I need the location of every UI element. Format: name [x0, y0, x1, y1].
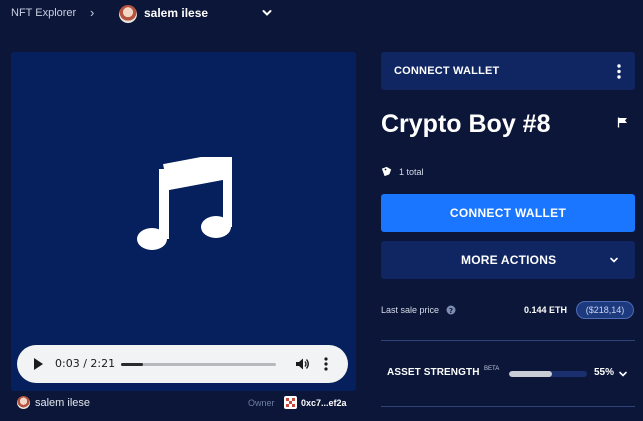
chevron-down-icon	[610, 257, 618, 263]
audio-player: 0:03 / 2:21	[17, 345, 348, 383]
svg-text:?: ?	[449, 307, 453, 315]
last-sale-usd-badge: ($218,14)	[576, 301, 634, 319]
asset-strength-value: 55%	[594, 367, 615, 378]
seek-bar[interactable]	[121, 363, 276, 366]
breadcrumb: NFT Explorer › salem ilese	[0, 0, 643, 30]
breadcrumb-root-link[interactable]: NFT Explorer	[11, 7, 76, 19]
connect-wallet-header-label: CONNECT WALLET	[394, 65, 500, 77]
volume-icon[interactable]	[295, 357, 309, 371]
chevron-down-icon[interactable]	[262, 8, 272, 18]
breadcrumb-separator: ›	[90, 5, 95, 20]
last-sale-label: Last sale price	[381, 305, 440, 315]
breadcrumb-user[interactable]: salem ilese	[144, 6, 208, 20]
owner-avatar	[17, 396, 30, 409]
more-actions-button[interactable]: MORE ACTIONS	[381, 241, 635, 279]
edition-total: 1 total	[399, 167, 424, 177]
tag-icon	[382, 166, 392, 176]
more-options-icon[interactable]	[324, 357, 328, 371]
owner-label: Owner	[248, 398, 275, 408]
connect-wallet-button[interactable]: CONNECT WALLET	[381, 194, 635, 232]
connect-wallet-header-button[interactable]: CONNECT WALLET	[381, 52, 635, 90]
owner-name-link[interactable]: salem ilese	[35, 397, 90, 409]
help-icon[interactable]: ?	[446, 305, 456, 315]
user-avatar	[119, 5, 137, 23]
beta-badge: BETA	[484, 366, 500, 372]
divider	[381, 406, 635, 407]
seek-progress	[121, 363, 143, 366]
asset-title: Crypto Boy #8	[381, 110, 551, 138]
connect-wallet-label: CONNECT WALLET	[449, 206, 567, 220]
divider	[381, 340, 635, 341]
play-icon[interactable]	[34, 358, 43, 370]
kebab-menu-icon[interactable]	[617, 64, 621, 79]
chevron-down-icon[interactable]	[618, 369, 628, 379]
playback-time: 0:03 / 2:21	[55, 357, 116, 370]
music-note-icon	[137, 157, 232, 250]
more-actions-label: MORE ACTIONS	[461, 253, 557, 267]
address-avatar-icon	[284, 396, 297, 409]
owner-address-link[interactable]: 0xc7...ef2a	[301, 398, 347, 408]
asset-strength-fill	[509, 371, 552, 377]
asset-strength-label: ASSET STRENGTH	[387, 367, 480, 378]
flag-icon[interactable]	[617, 117, 628, 128]
asset-strength-bar	[509, 371, 587, 377]
media-preview	[11, 52, 356, 391]
last-sale-eth: 0.144 ETH	[524, 305, 568, 315]
